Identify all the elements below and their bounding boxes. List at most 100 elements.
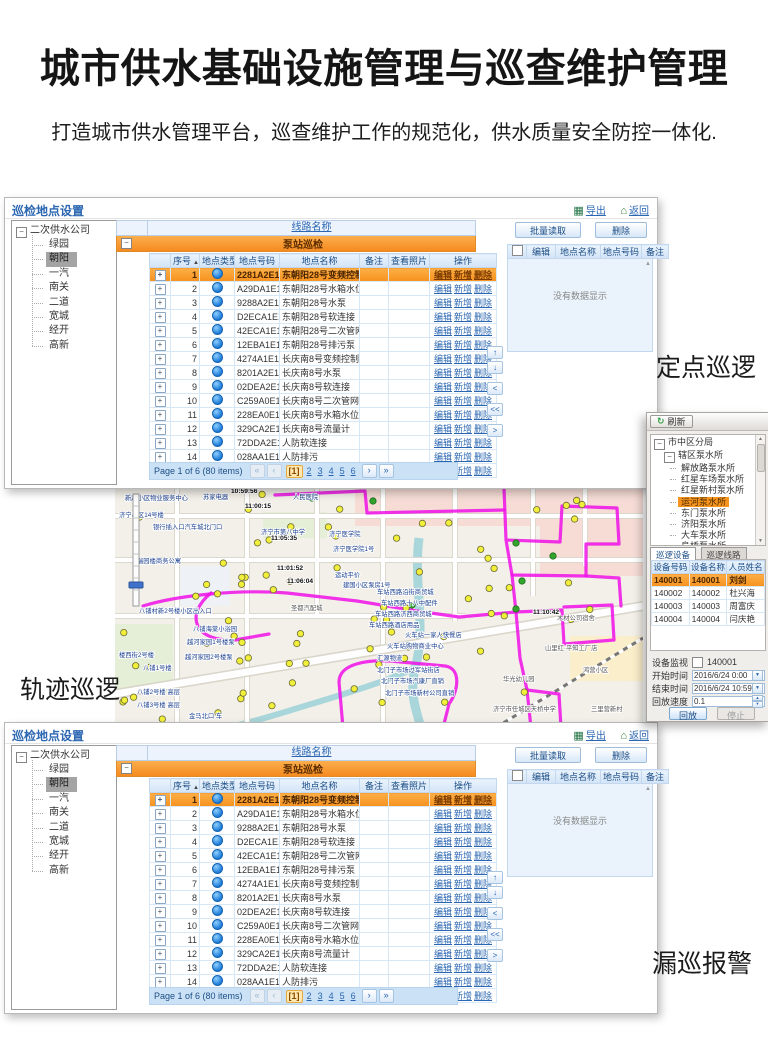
stop-button[interactable]: 停止	[717, 707, 755, 720]
tree-root-node[interactable]: −二次供水公司	[12, 749, 116, 763]
row-expand-icon[interactable]: +	[155, 298, 166, 309]
map-marker[interactable]	[571, 516, 577, 522]
tree-node[interactable]: 解放路泵水所	[678, 463, 765, 474]
scroll-down-icon[interactable]: ▼	[756, 538, 765, 544]
tree-node[interactable]: 一汽	[12, 267, 116, 281]
table-row[interactable]: +39288A2E1东朝阳28号水泵编辑新增删除	[150, 296, 497, 310]
table-row[interactable]: +88201A2E1长庆南8号水泵编辑新增删除	[150, 366, 497, 380]
delete-button[interactable]: 删除	[595, 747, 647, 763]
pager-page-link[interactable]: 2	[305, 991, 314, 1001]
op-edit-link[interactable]: 编辑	[434, 424, 452, 434]
op-edit-link[interactable]: 编辑	[434, 837, 452, 847]
map-marker[interactable]	[587, 606, 593, 612]
map-marker[interactable]	[214, 591, 220, 597]
tree-node[interactable]: 南关	[12, 281, 116, 295]
refresh-button[interactable]: ↻刷新	[650, 415, 693, 428]
column-header[interactable]: 序号▲	[171, 779, 200, 793]
map-marker[interactable]	[259, 491, 265, 497]
row-expand-icon[interactable]: +	[155, 963, 166, 974]
map-marker[interactable]	[289, 680, 295, 686]
op-delete-link[interactable]: 删除	[474, 312, 492, 322]
tree-group-node[interactable]: −辖区泵水所	[654, 450, 765, 463]
table-row[interactable]: +12329CA2E1长庆南8号流量计编辑新增删除	[150, 947, 497, 961]
map-marker[interactable]	[446, 520, 452, 526]
table-row[interactable]: +39288A2E1东朝阳28号水泵编辑新增删除	[150, 821, 497, 835]
map-marker[interactable]	[478, 546, 484, 552]
op-add-link[interactable]: 新增	[454, 963, 472, 973]
op-add-link[interactable]: 新增	[454, 851, 472, 861]
row-expand-icon[interactable]: +	[155, 851, 166, 862]
map-marker[interactable]	[237, 658, 243, 664]
column-header[interactable]: 备注	[360, 779, 389, 793]
pager-page-link[interactable]: 5	[338, 991, 347, 1001]
op-delete-link[interactable]: 删除	[474, 823, 492, 833]
op-edit-link[interactable]: 编辑	[434, 907, 452, 917]
table-row[interactable]: +2A29DA1E1东朝阳28号水箱水位编辑新增删除	[150, 282, 497, 296]
op-edit-link[interactable]: 编辑	[434, 354, 452, 364]
map-marker[interactable]	[325, 524, 331, 530]
op-edit-link[interactable]: 编辑	[434, 452, 452, 462]
map-marker[interactable]	[303, 660, 309, 666]
column-header[interactable]: 查看照片	[389, 779, 430, 793]
op-add-link[interactable]: 新增	[454, 340, 472, 350]
op-add-link[interactable]: 新增	[454, 326, 472, 336]
collapse-icon[interactable]: −	[654, 439, 665, 450]
op-edit-link[interactable]: 编辑	[434, 382, 452, 392]
op-add-link[interactable]: 新增	[454, 893, 472, 903]
op-delete-link[interactable]: 删除	[474, 326, 492, 336]
map-marker[interactable]	[388, 629, 394, 635]
op-delete-link[interactable]: 删除	[474, 284, 492, 294]
row-expand-icon[interactable]: +	[155, 270, 166, 281]
map-marker[interactable]	[334, 565, 340, 571]
op-edit-link[interactable]: 编辑	[434, 410, 452, 420]
tree-scrollbar[interactable]: ▲ ▼	[755, 435, 765, 545]
select-all-checkbox[interactable]	[512, 245, 523, 256]
map-marker[interactable]	[239, 574, 245, 580]
op-edit-link[interactable]: 编辑	[434, 298, 452, 308]
tree-node[interactable]: 宽城	[12, 835, 116, 849]
map-marker[interactable]	[367, 646, 373, 652]
op-add-link[interactable]: 新增	[454, 438, 472, 448]
device-row[interactable]: 140004140004闫庆艳	[652, 613, 765, 626]
end-time-field[interactable]: 2016/6/24 10:59▼	[692, 683, 765, 694]
dropdown-icon[interactable]: ▼	[752, 683, 763, 694]
row-expand-icon[interactable]: +	[155, 326, 166, 337]
op-edit-link[interactable]: 编辑	[434, 368, 452, 378]
op-delete-link[interactable]: 删除	[474, 270, 492, 280]
op-delete-link[interactable]: 删除	[474, 809, 492, 819]
route-group-row[interactable]: − 泵站巡检	[116, 236, 476, 252]
pager-page-link[interactable]: 2	[305, 466, 314, 476]
op-add-link[interactable]: 新增	[454, 865, 472, 875]
op-add-link[interactable]: 新增	[454, 312, 472, 322]
tree-node[interactable]: 二道	[12, 296, 116, 310]
move-up-button[interactable]: ↑	[487, 346, 503, 359]
row-expand-icon[interactable]: +	[155, 795, 166, 806]
column-header[interactable]: 地点名称	[280, 254, 360, 268]
op-add-link[interactable]: 新增	[454, 424, 472, 434]
map-marker[interactable]	[486, 585, 492, 591]
op-delete-link[interactable]: 删除	[474, 837, 492, 847]
op-add-link[interactable]: 新增	[454, 452, 472, 462]
pager-page-link[interactable]: 3	[316, 991, 325, 1001]
table-row[interactable]: +1372DDA2E1人防软连接编辑新增删除	[150, 436, 497, 450]
pager-page-link[interactable]: 5	[338, 466, 347, 476]
op-edit-link[interactable]: 编辑	[434, 879, 452, 889]
op-add-link[interactable]: 新增	[454, 879, 472, 889]
op-edit-link[interactable]: 编辑	[434, 949, 452, 959]
pager-next-button[interactable]: ›	[362, 464, 377, 478]
pager-prev-button[interactable]: ‹	[267, 989, 282, 1003]
op-edit-link[interactable]: 编辑	[434, 438, 452, 448]
tree-node[interactable]: 经开	[12, 324, 116, 338]
map-marker[interactable]	[294, 640, 300, 646]
table-row[interactable]: +2A29DA1E1东朝阳28号水箱水位编辑新增删除	[150, 807, 497, 821]
table-row[interactable]: +11228EA0E1长庆南8号水箱水位编辑新增删除	[150, 933, 497, 947]
map-marker[interactable]	[534, 507, 540, 513]
row-expand-icon[interactable]: +	[155, 977, 166, 988]
map-marker-active[interactable]	[550, 553, 556, 559]
op-edit-link[interactable]: 编辑	[434, 893, 452, 903]
op-edit-link[interactable]: 编辑	[434, 977, 452, 987]
op-add-link[interactable]: 新增	[454, 354, 472, 364]
move-down-button[interactable]: ↓	[487, 361, 503, 374]
op-delete-link[interactable]: 删除	[474, 851, 492, 861]
op-add-link[interactable]: 新增	[454, 382, 472, 392]
